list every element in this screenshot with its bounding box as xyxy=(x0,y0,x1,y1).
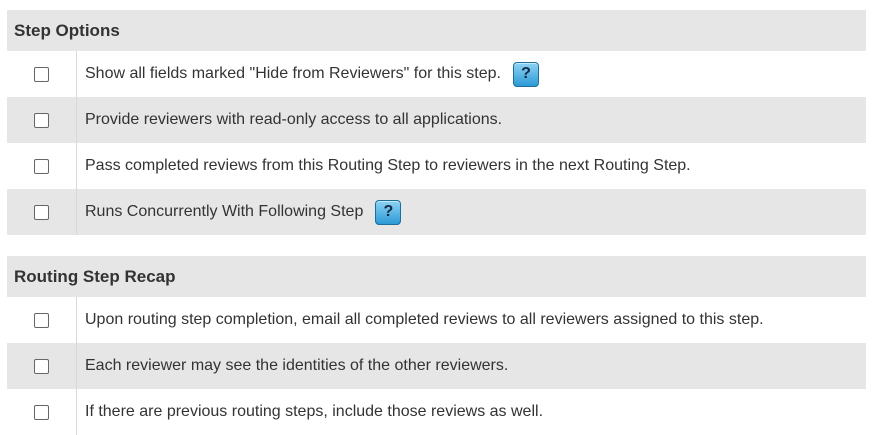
routing-step-recap-header: Routing Step Recap xyxy=(7,256,866,297)
recap-option-row: If there are previous routing steps, inc… xyxy=(7,389,866,435)
section-gap xyxy=(7,235,866,256)
runs-concurrently-checkbox[interactable] xyxy=(34,204,49,220)
step-options-header: Step Options xyxy=(7,10,866,51)
read-only-access-label: Provide reviewers with read-only access … xyxy=(85,111,503,128)
options-panel: Step Options Show all fields marked "Hid… xyxy=(7,10,866,435)
include-previous-reviews-label: If there are previous routing steps, inc… xyxy=(85,403,544,420)
pass-completed-reviews-checkbox[interactable] xyxy=(34,158,49,174)
step-option-row: Show all fields marked "Hide from Review… xyxy=(7,51,866,97)
step-option-row: Runs Concurrently With Following Step ? xyxy=(7,189,866,235)
step-option-row: Pass completed reviews from this Routing… xyxy=(7,143,866,189)
help-icon[interactable]: ? xyxy=(512,61,539,87)
show-hidden-fields-checkbox[interactable] xyxy=(34,66,49,82)
read-only-access-checkbox[interactable] xyxy=(34,112,49,128)
show-hidden-fields-label: Show all fields marked "Hide from Review… xyxy=(85,65,501,82)
runs-concurrently-label: Runs Concurrently With Following Step xyxy=(85,203,364,220)
email-completed-reviews-checkbox[interactable] xyxy=(34,312,49,328)
help-icon[interactable]: ? xyxy=(375,199,402,225)
pass-completed-reviews-label: Pass completed reviews from this Routing… xyxy=(85,157,691,174)
step-option-row: Provide reviewers with read-only access … xyxy=(7,97,866,143)
recap-option-row: Upon routing step completion, email all … xyxy=(7,297,866,343)
include-previous-reviews-checkbox[interactable] xyxy=(34,404,49,420)
reviewer-identities-label: Each reviewer may see the identities of … xyxy=(85,357,509,374)
email-completed-reviews-label: Upon routing step completion, email all … xyxy=(85,311,764,328)
reviewer-identities-checkbox[interactable] xyxy=(34,358,49,374)
recap-option-row: Each reviewer may see the identities of … xyxy=(7,343,866,389)
